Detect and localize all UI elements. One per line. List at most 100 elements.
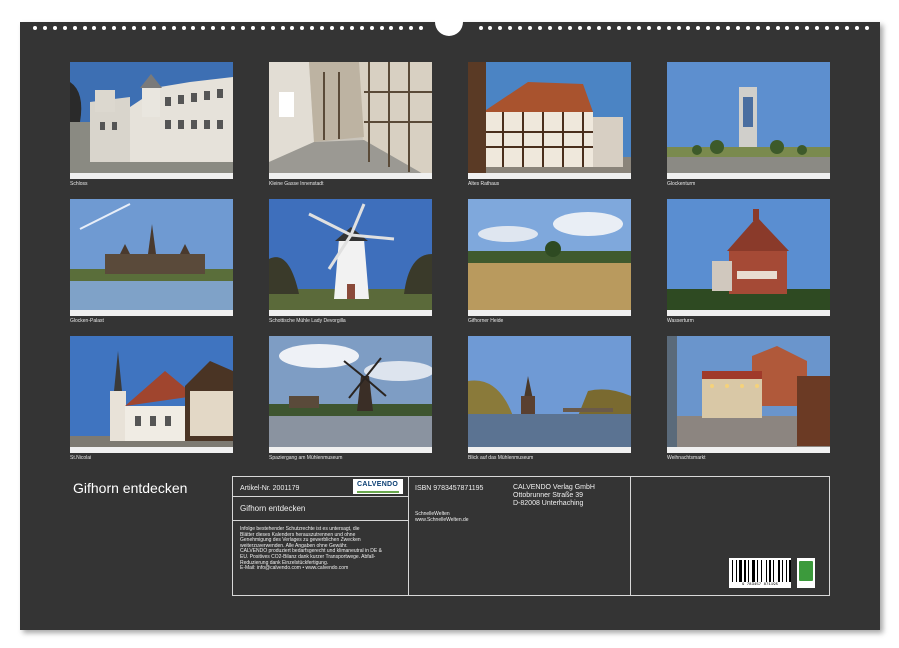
binding-hole	[43, 26, 47, 30]
binding-hole	[172, 26, 176, 30]
binding-hole	[310, 26, 314, 30]
binding-hole	[350, 26, 354, 30]
binding-hole	[271, 26, 275, 30]
photo-weihnachtsmarkt	[667, 336, 830, 453]
photo-wasserturm	[667, 199, 830, 316]
binding-hole	[776, 26, 780, 30]
binding-hole	[231, 26, 235, 30]
photo-blick-muehlenmuseum	[468, 336, 631, 453]
binding-hole	[696, 26, 700, 30]
publisher-street: Ottobrunner Straße 39	[513, 492, 583, 499]
info-divider	[233, 520, 408, 521]
binding-hole	[182, 26, 186, 30]
photo-caption: Altes Rathaus	[468, 181, 499, 187]
binding-hole	[677, 26, 681, 30]
binding-hole	[538, 26, 542, 30]
binding-hole	[795, 26, 799, 30]
photo-kleine-gasse	[269, 62, 432, 179]
photo-caption: Kleine Gasse Innenstadt	[269, 181, 323, 187]
barcode-number: 9 783457 871195	[729, 583, 791, 587]
photo-caption: Glockenturm	[667, 181, 695, 187]
binding-hole	[330, 26, 334, 30]
binding-hole	[221, 26, 225, 30]
binding-hole	[33, 26, 37, 30]
binding-hole	[399, 26, 403, 30]
binding-hole	[389, 26, 393, 30]
binding-hole	[607, 26, 611, 30]
binding-hole	[667, 26, 671, 30]
barcode: 9 783457 871195	[729, 558, 791, 588]
binding-hole	[479, 26, 483, 30]
binding-hole	[122, 26, 126, 30]
photo-caption: Schottische Mühle Lady Devorgilla	[269, 318, 346, 324]
binding-hole	[261, 26, 265, 30]
photo-caption: Glocken-Palast	[70, 318, 104, 324]
binding-hole	[746, 26, 750, 30]
binding-hole	[706, 26, 710, 30]
photo-caption: Blick auf das Mühlenmuseum	[468, 455, 533, 461]
photo-caption: Weihnachtsmarkt	[667, 455, 706, 461]
binding-hole	[498, 26, 502, 30]
article-number: Artikel-Nr. 2001179	[240, 485, 299, 492]
binding-hole	[241, 26, 245, 30]
binding-hole	[805, 26, 809, 30]
photo-schottische-muehle	[269, 199, 432, 316]
binding-hole	[597, 26, 601, 30]
photo-altes-rathaus	[468, 62, 631, 179]
binding-hole	[578, 26, 582, 30]
binding-hole	[716, 26, 720, 30]
binding-hole	[785, 26, 789, 30]
photo-caption: Gifhorner Heide	[468, 318, 503, 324]
binding-hole	[766, 26, 770, 30]
binding-hole	[360, 26, 364, 30]
binding-hole	[142, 26, 146, 30]
info-subtitle: Gifhorn entdecken	[240, 504, 305, 513]
binding-hole	[548, 26, 552, 30]
binding-hole	[835, 26, 839, 30]
binding-hole	[409, 26, 413, 30]
binding-hole	[152, 26, 156, 30]
author-url: www.SchnelleWelten.de	[415, 517, 469, 523]
binding-hole	[191, 26, 195, 30]
binding-hole	[320, 26, 324, 30]
binding-hole	[132, 26, 136, 30]
binding-hole	[290, 26, 294, 30]
binding-hole	[518, 26, 522, 30]
calendar-title: Gifhorn entdecken	[73, 480, 187, 496]
binding-hole	[370, 26, 374, 30]
publisher-city: D-82008 Unterhaching	[513, 500, 583, 507]
photo-spaziergang-muehlenmuseum	[269, 336, 432, 453]
binding-hole	[380, 26, 384, 30]
binding-hole	[657, 26, 661, 30]
binding-hole	[73, 26, 77, 30]
binding-hole	[251, 26, 255, 30]
photo-caption: Spaziergang am Mühlenmuseum	[269, 455, 342, 461]
binding-hole	[587, 26, 591, 30]
photo-caption: Wasserturm	[667, 318, 694, 324]
binding-hole	[281, 26, 285, 30]
binding-hole	[568, 26, 572, 30]
binding-hole	[855, 26, 859, 30]
photo-caption: St.Nicolai	[70, 455, 91, 461]
binding-hole	[647, 26, 651, 30]
isbn: ISBN 9783457871195	[415, 485, 483, 492]
info-divider	[233, 496, 408, 497]
binding-hole	[508, 26, 512, 30]
photo-caption: Schloss	[70, 181, 88, 187]
binding-hole	[627, 26, 631, 30]
binding-hole	[736, 26, 740, 30]
eco-label: ECO	[797, 582, 815, 587]
binding-hole	[845, 26, 849, 30]
publisher-name: CALVENDO Verlag GmbH	[513, 484, 595, 491]
photo-glocken-palast	[70, 199, 233, 316]
binding-hole	[815, 26, 819, 30]
calvendo-logo: CALVENDO	[353, 479, 403, 494]
binding-hole	[201, 26, 205, 30]
photo-schloss	[70, 62, 233, 179]
photo-st-nicolai	[70, 336, 233, 453]
binding-hole	[488, 26, 492, 30]
binding-hole	[419, 26, 423, 30]
binding-hole	[83, 26, 87, 30]
photo-glockenturm	[667, 62, 830, 179]
photo-gifhorner-heide	[468, 199, 631, 316]
